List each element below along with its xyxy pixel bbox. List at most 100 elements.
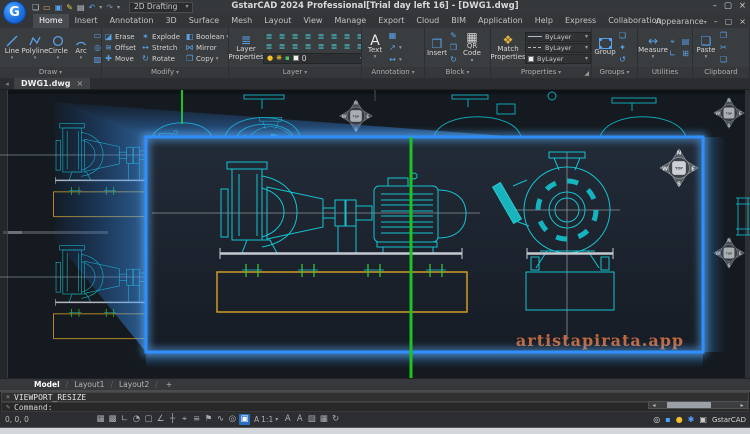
- isolate-objects-icon[interactable]: ▨: [306, 414, 317, 425]
- ribbon-restore-icon[interactable]: ▢: [725, 17, 733, 26]
- save-icon[interactable]: ▣: [55, 3, 63, 12]
- layer-tool-icon[interactable]: ≣: [263, 32, 275, 41]
- hatch-tool-button[interactable]: ▨▾: [93, 54, 101, 65]
- document-tab-dwg1[interactable]: DWG1.dwg ×: [14, 78, 91, 89]
- command-close-icon[interactable]: ×: [2, 393, 14, 401]
- layer-dropdown[interactable]: ● ❋ ▪ 0 ▾: [263, 52, 361, 64]
- rotate-button[interactable]: ↻ Rotate: [141, 53, 180, 64]
- panel-label-modify[interactable]: Modify: [102, 67, 228, 78]
- add-layout-button[interactable]: +: [162, 380, 176, 389]
- tab-mesh[interactable]: Mesh: [225, 14, 258, 28]
- cycling-toggle-icon[interactable]: ∿: [215, 414, 226, 425]
- linetype-control-dropdown[interactable]: ByLayer ▾: [525, 42, 591, 53]
- text-button[interactable]: A Text: [364, 34, 386, 61]
- dimension-button[interactable]: ↔ ▾: [388, 54, 402, 65]
- ribbon-minimize-icon[interactable]: –: [714, 17, 718, 26]
- undo-icon[interactable]: ↶: [89, 3, 96, 12]
- quick-calc-button[interactable]: ▤: [681, 36, 692, 47]
- restore-button[interactable]: ▢: [724, 1, 732, 11]
- move-button[interactable]: ✚ Move: [104, 53, 136, 64]
- tab-express[interactable]: Express: [559, 14, 602, 28]
- offset-button[interactable]: ≋ Offset: [104, 42, 136, 53]
- hardware-accel-toggle-icon[interactable]: ▣: [239, 414, 250, 425]
- ribbon-close-icon[interactable]: ×: [739, 17, 746, 26]
- snap-toggle-icon[interactable]: ▩: [107, 414, 118, 425]
- tab-layout2[interactable]: Layout2: [113, 380, 155, 389]
- stretch-button[interactable]: ↔ Stretch: [141, 42, 180, 53]
- id-point-button[interactable]: ⌖: [668, 36, 679, 47]
- tab-surface[interactable]: Surface: [183, 14, 225, 28]
- tab-annotation[interactable]: Annotation: [104, 14, 160, 28]
- quick-props-toggle-icon[interactable]: ⚑: [203, 414, 214, 425]
- group-edit-button[interactable]: ✦: [618, 42, 627, 53]
- save-as-icon[interactable]: ✎: [66, 3, 73, 12]
- angle-toggle-icon[interactable]: ∠: [155, 414, 166, 425]
- mirror-button[interactable]: ⋈ Mirror: [185, 42, 228, 53]
- tab-3d[interactable]: 3D: [159, 14, 182, 28]
- tab-manage[interactable]: Manage: [328, 14, 372, 28]
- angle-measure-button[interactable]: ∟: [668, 48, 679, 59]
- copy-clip-button[interactable]: ❐: [719, 30, 728, 41]
- table-button[interactable]: ▦: [388, 30, 402, 41]
- panel-label-annotation[interactable]: Annotation: [362, 67, 424, 78]
- undo-caret-icon[interactable]: ▾: [99, 4, 102, 11]
- fullscreen-icon[interactable]: ▣: [699, 415, 707, 424]
- document-tab-close-icon[interactable]: ×: [76, 79, 83, 88]
- tab-export[interactable]: Export: [372, 14, 410, 28]
- line-button[interactable]: Line: [2, 35, 22, 61]
- layer-tool-icon[interactable]: ≣: [341, 42, 353, 51]
- scroll-right-icon[interactable]: ▸: [737, 402, 747, 409]
- app-logo-icon[interactable]: G: [3, 1, 26, 24]
- layer-tool-icon[interactable]: ≣: [289, 32, 301, 41]
- panel-label-utilities[interactable]: Utilities: [638, 67, 692, 78]
- layer-tool-icon[interactable]: ≣: [354, 42, 361, 51]
- tab-scroll-icon[interactable]: ◂: [0, 78, 14, 89]
- tab-home[interactable]: Home: [33, 14, 69, 28]
- layer-tool-icon[interactable]: ≣: [276, 32, 288, 41]
- annotation-visibility-icon[interactable]: A: [282, 414, 293, 425]
- polar-toggle-icon[interactable]: ◔: [131, 414, 142, 425]
- magnified-viewport[interactable]: artistapirata.app: [142, 133, 707, 356]
- tab-help[interactable]: Help: [529, 14, 559, 28]
- explode-button[interactable]: ✶ Explode: [141, 31, 180, 42]
- group-button[interactable]: Group: [594, 38, 616, 57]
- panel-label-clipboard[interactable]: Clipboard: [693, 67, 749, 78]
- arc-button[interactable]: Arc: [71, 35, 91, 61]
- workspace-grid-icon[interactable]: ▦: [318, 414, 329, 425]
- ortho-toggle-icon[interactable]: ∟: [119, 414, 130, 425]
- tab-insert[interactable]: Insert: [69, 14, 104, 28]
- panel-label-draw[interactable]: Draw: [0, 67, 101, 78]
- group-select-button[interactable]: ↺: [618, 54, 627, 65]
- area-measure-button[interactable]: ⊞: [681, 48, 692, 59]
- lineweight-control-dropdown[interactable]: ByLayer ▾: [525, 53, 591, 64]
- layer-tool-icon[interactable]: ≣: [328, 42, 340, 51]
- leader-button[interactable]: ↗ ▾: [388, 42, 402, 53]
- tray-target-icon[interactable]: ◎: [653, 415, 660, 424]
- circle-button[interactable]: Circle: [48, 35, 68, 61]
- measure-button[interactable]: ↔ Measure: [638, 35, 668, 61]
- tray-bulb-icon[interactable]: ●: [676, 415, 683, 424]
- copy-button[interactable]: ❐ Copy ▾: [185, 53, 228, 64]
- tab-layout1[interactable]: Layout1: [68, 380, 110, 389]
- scroll-left-icon[interactable]: ◂: [649, 402, 659, 409]
- cut-clip-button[interactable]: ✂: [719, 42, 728, 53]
- insert-block-button[interactable]: ❒ Insert: [427, 38, 447, 58]
- annotation-scale-control[interactable]: A 1:1 ▾: [254, 415, 278, 424]
- auto-scale-icon[interactable]: A: [294, 414, 305, 425]
- horizontal-scrollbar[interactable]: ◂ ▸: [648, 401, 748, 409]
- rectangle-tool-button[interactable]: ▭▾: [93, 30, 101, 41]
- match-properties-button[interactable]: ❖ Match Properties: [491, 34, 526, 61]
- panel-label-layer[interactable]: Layer: [229, 67, 361, 78]
- layer-tool-icon[interactable]: ≣: [328, 32, 340, 41]
- tab-application[interactable]: Application: [472, 14, 529, 28]
- tray-sync-icon[interactable]: ✱: [688, 415, 695, 424]
- otrack-toggle-icon[interactable]: ┼: [167, 414, 178, 425]
- tab-view[interactable]: View: [297, 14, 328, 28]
- layer-tool-icon[interactable]: ≣: [263, 42, 275, 51]
- layer-tool-icon[interactable]: ≣: [315, 42, 327, 51]
- erase-button[interactable]: ◪ Erase: [104, 31, 136, 42]
- tab-model[interactable]: Model: [28, 380, 66, 389]
- copy-base-button[interactable]: ❏: [719, 54, 728, 65]
- appearance-dropdown[interactable]: Appearance▾: [656, 17, 707, 26]
- panel-label-block[interactable]: Block: [425, 67, 490, 78]
